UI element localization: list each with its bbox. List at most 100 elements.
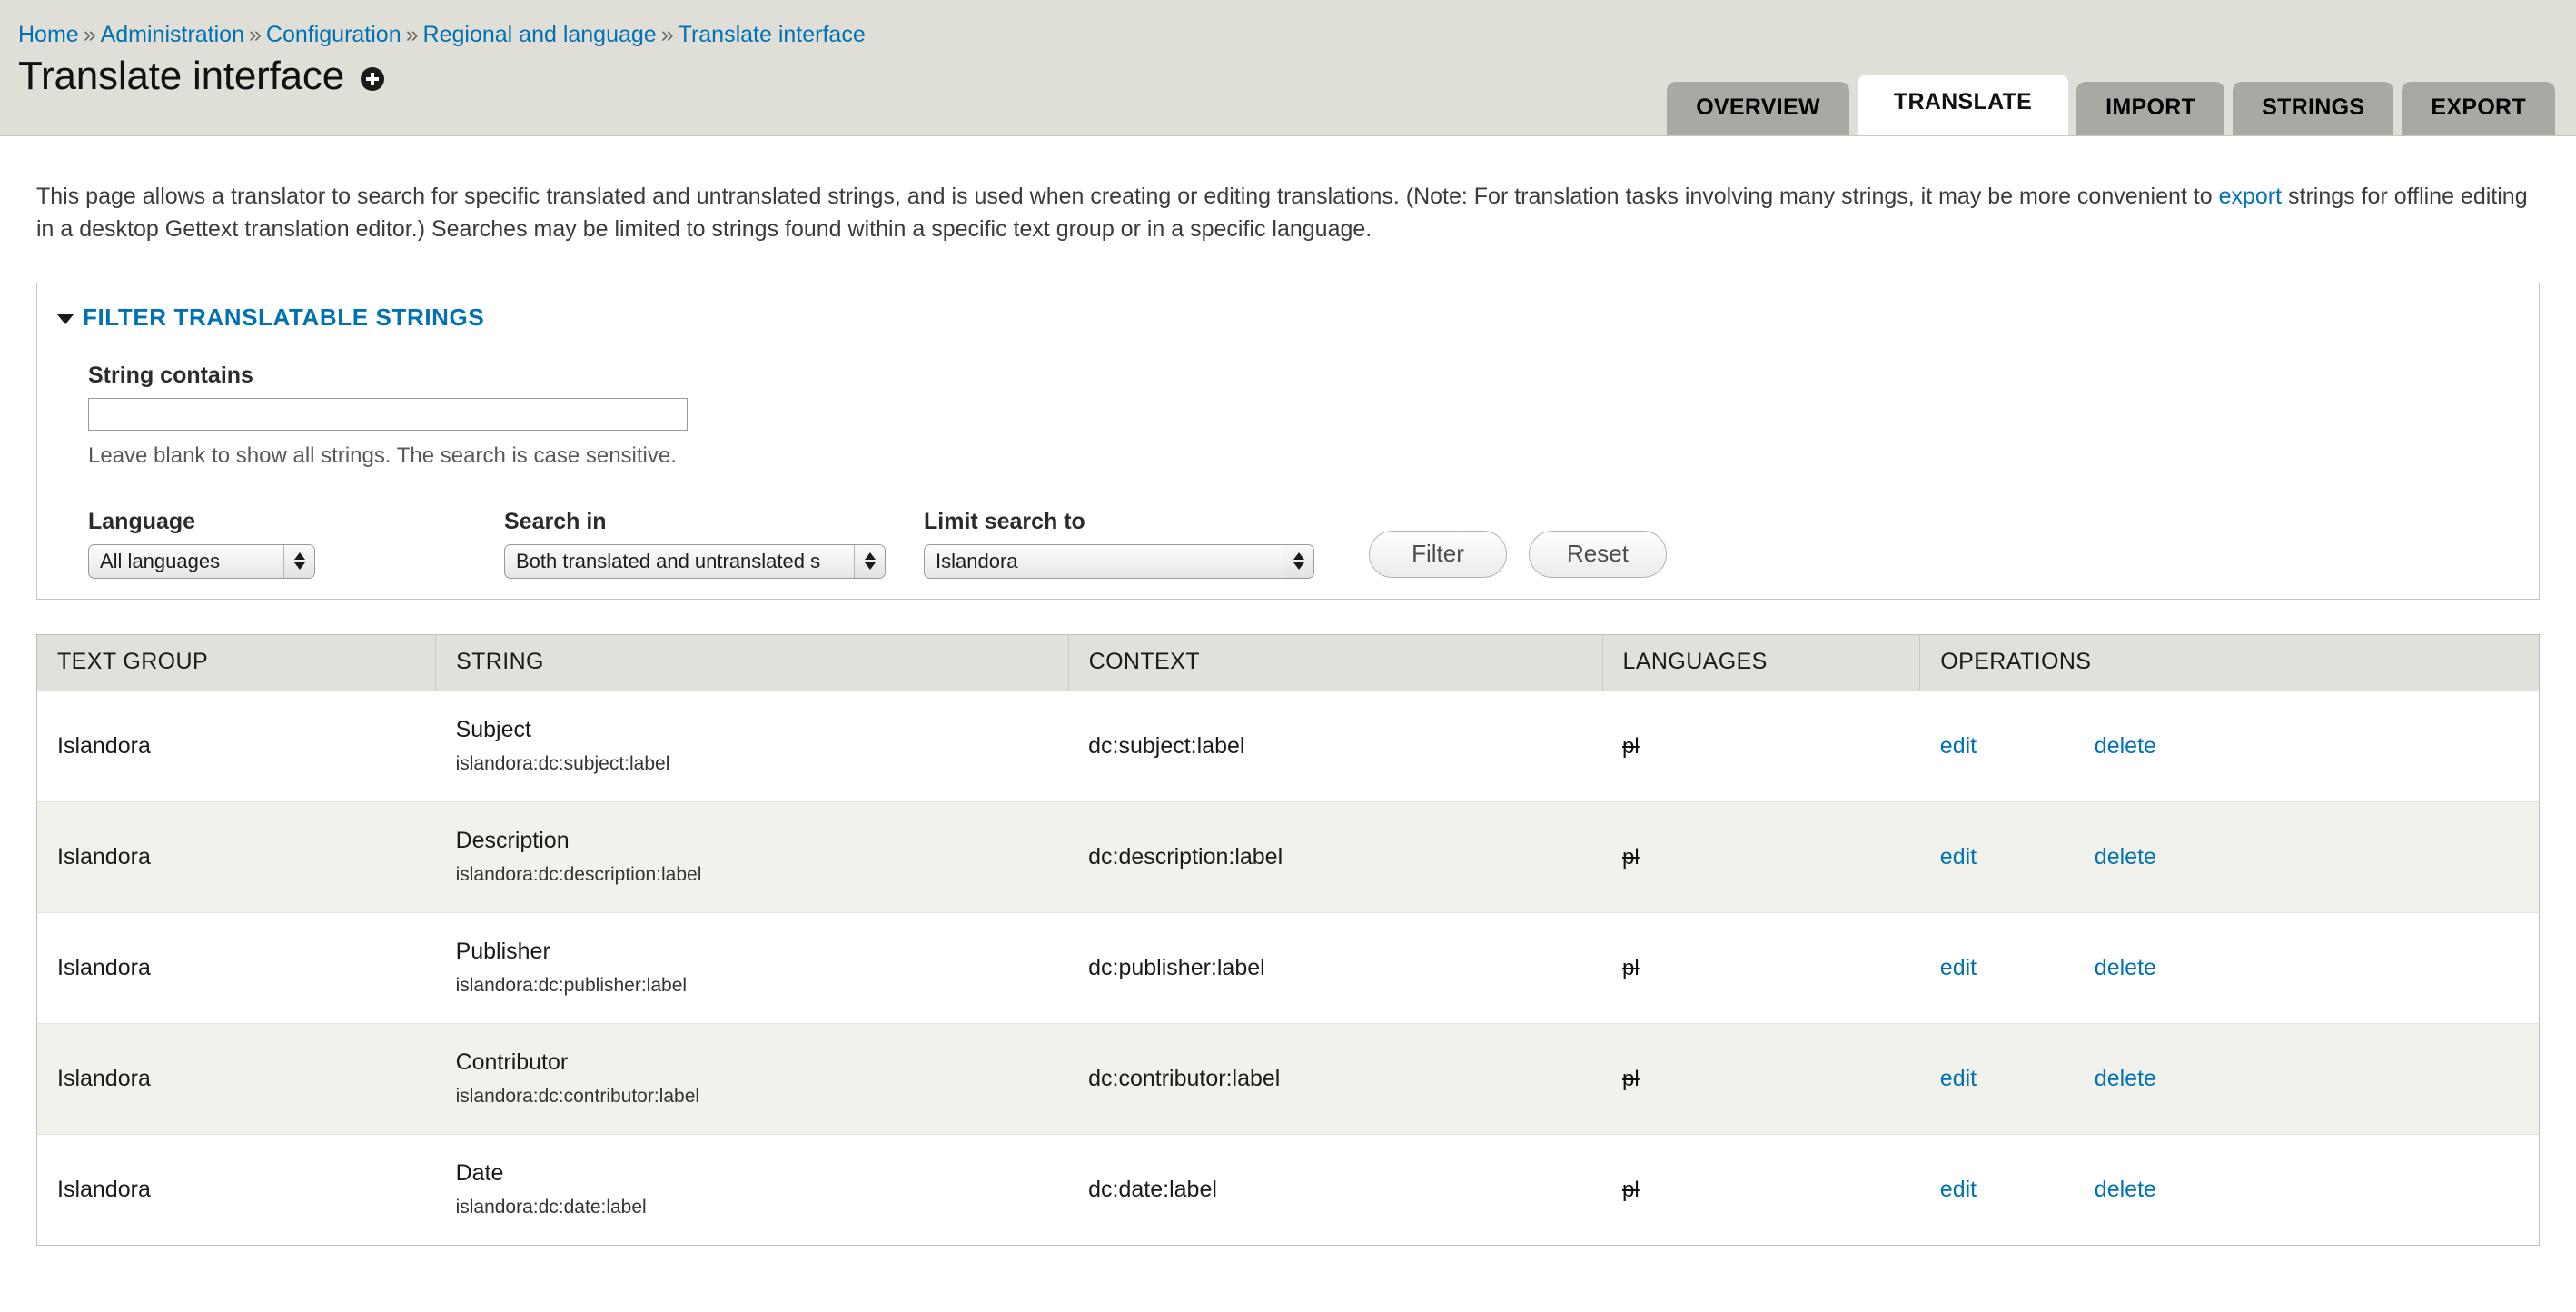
chevron-up-icon <box>1293 552 1304 560</box>
export-link[interactable]: export <box>2219 184 2282 209</box>
breadcrumb-separator: » <box>405 22 419 47</box>
breadcrumb-separator: » <box>83 22 96 47</box>
page-root: Home» Administration» Configuration» Region… <box>0 0 2576 1312</box>
language-badge: pl <box>1622 844 1640 870</box>
string-key: islandora:dc:contributor:label <box>455 1086 700 1108</box>
cell-text-group: Islandora <box>36 912 436 1024</box>
cell-languages: pl <box>1602 1023 1920 1135</box>
breadcrumb-item-administration[interactable]: Administration <box>101 22 244 47</box>
edit-link[interactable]: edit <box>1940 844 2095 870</box>
intro-paragraph: This page allows a translator to search … <box>36 136 2540 246</box>
reset-button[interactable]: Reset <box>1529 530 1667 578</box>
translatable-strings-table: TEXT GROUP STRING CONTEXT LANGUAGES OPER… <box>36 633 2540 1246</box>
search-in-select[interactable]: Both translated and untranslated s <box>504 543 886 579</box>
breadcrumb-item-regional-and-language[interactable]: Regional and language <box>423 22 657 47</box>
search-in-label: Search in <box>504 508 607 534</box>
edit-link[interactable]: edit <box>1940 1066 2095 1092</box>
cell-string: Description islandora:dc:description:lab… <box>435 801 1069 913</box>
delete-link[interactable]: delete <box>2095 1066 2156 1092</box>
language-badge: pl <box>1622 733 1640 759</box>
cell-string: Date islandora:dc:date:label <box>435 1134 1069 1245</box>
language-badge: pl <box>1622 955 1640 980</box>
breadcrumb-separator: » <box>249 22 262 47</box>
filter-button[interactable]: Filter <box>1369 530 1507 578</box>
operations-links: edit delete <box>1940 1177 2539 1203</box>
table-row: Islandora Date islandora:dc:date:label d… <box>36 1134 2540 1245</box>
cell-operations: edit delete <box>1919 1023 2540 1135</box>
language-label: Language <box>88 508 196 534</box>
column-header-text-group[interactable]: TEXT GROUP <box>36 634 437 691</box>
filter-controls-row: Language All languages Search in Both tr… <box>37 509 2539 579</box>
column-header-context[interactable]: CONTEXT <box>1068 634 1603 691</box>
operations-links: edit delete <box>1940 844 2539 870</box>
tab-strings[interactable]: STRINGS <box>2233 82 2394 135</box>
breadcrumb-separator: » <box>660 22 674 47</box>
tab-import[interactable]: IMPORT <box>2076 82 2225 135</box>
column-header-string[interactable]: STRING <box>435 634 1069 691</box>
table-row: Islandora Contributor islandora:dc:contr… <box>36 1023 2540 1135</box>
string-title: Subject <box>455 716 531 742</box>
table-header-row: TEXT GROUP STRING CONTEXT LANGUAGES OPER… <box>36 634 2540 691</box>
chevron-updown-icon <box>854 544 885 578</box>
page-content: This page allows a translator to search … <box>0 136 2576 1246</box>
chevron-up-icon <box>864 552 876 560</box>
string-key: islandora:dc:date:label <box>455 1197 647 1218</box>
language-select-group: Language All languages <box>88 509 315 579</box>
cell-text-group: Islandora <box>36 1023 436 1135</box>
delete-link[interactable]: delete <box>2095 1177 2156 1203</box>
cell-string: Subject islandora:dc:subject:label <box>435 691 1069 802</box>
tab-overview[interactable]: OVERVIEW <box>1667 82 1849 135</box>
string-contains-label: String contains <box>88 362 253 388</box>
table-row: Islandora Subject islandora:dc:subject:l… <box>36 691 2540 802</box>
cell-operations: edit delete <box>1919 801 2540 913</box>
limit-search-to-label: Limit search to <box>924 508 1085 534</box>
language-badge: pl <box>1622 1177 1640 1202</box>
limit-search-to-select[interactable]: Islandora <box>924 543 1314 579</box>
filter-legend[interactable]: FILTER TRANSLATABLE STRINGS <box>37 283 2539 332</box>
edit-link[interactable]: edit <box>1940 733 2095 760</box>
string-key: islandora:dc:publisher:label <box>455 975 688 997</box>
string-contains-input[interactable] <box>88 397 688 431</box>
breadcrumb-item-home[interactable]: Home <box>18 22 79 47</box>
delete-link[interactable]: delete <box>2095 955 2156 981</box>
chevron-updown-icon <box>283 544 314 578</box>
tab-translate[interactable]: TRANSLATE <box>1857 75 2069 135</box>
breadcrumb-item-configuration[interactable]: Configuration <box>266 22 401 47</box>
caret-down-icon[interactable] <box>57 313 74 324</box>
chevron-updown-icon <box>1283 544 1313 578</box>
edit-link[interactable]: edit <box>1940 955 2095 981</box>
cell-languages: pl <box>1602 691 1920 802</box>
page-header: Home» Administration» Configuration» Region… <box>0 0 2576 136</box>
filter-legend-label[interactable]: FILTER TRANSLATABLE STRINGS <box>83 303 484 332</box>
tab-export[interactable]: EXPORT <box>2402 82 2555 135</box>
cell-languages: pl <box>1602 1134 1920 1245</box>
operations-links: edit delete <box>1940 733 2539 760</box>
intro-text-part1: This page allows a translator to search … <box>36 184 2219 209</box>
string-contains-description: Leave blank to show all strings. The sea… <box>88 442 677 468</box>
breadcrumb-item-translate-interface[interactable]: Translate interface <box>679 22 866 47</box>
column-header-languages[interactable]: LANGUAGES <box>1602 634 1921 691</box>
page-title-area: Translate interface <box>18 56 384 96</box>
limit-search-to-select-group: Limit search to Islandora <box>924 509 1314 579</box>
language-select[interactable]: All languages <box>88 543 315 579</box>
language-select-value: All languages <box>100 549 221 572</box>
chevron-down-icon <box>1293 562 1304 570</box>
edit-link[interactable]: edit <box>1940 1177 2095 1203</box>
cell-operations: edit delete <box>1919 1134 2540 1245</box>
cell-context: dc:subject:label <box>1068 691 1603 802</box>
delete-link[interactable]: delete <box>2095 844 2156 870</box>
delete-link[interactable]: delete <box>2095 733 2156 760</box>
table-body: Islandora Subject islandora:dc:subject:l… <box>36 691 2540 1245</box>
string-title: Contributor <box>455 1049 569 1075</box>
table-row: Islandora Publisher islandora:dc:publish… <box>36 912 2540 1024</box>
string-key: islandora:dc:subject:label <box>455 753 670 775</box>
filter-action-buttons: Filter Reset <box>1369 530 1667 579</box>
add-circle-icon[interactable] <box>360 67 384 91</box>
cell-text-group: Islandora <box>36 691 436 802</box>
table-row: Islandora Description islandora:dc:descr… <box>36 801 2540 913</box>
cell-context: dc:description:label <box>1068 801 1603 913</box>
primary-tabs: OVERVIEW TRANSLATE IMPORT STRINGS EXPORT <box>1667 75 2555 135</box>
cell-text-group: Islandora <box>36 1134 436 1245</box>
search-in-select-group: Search in Both translated and untranslat… <box>504 509 886 579</box>
cell-context: dc:publisher:label <box>1068 912 1603 1024</box>
